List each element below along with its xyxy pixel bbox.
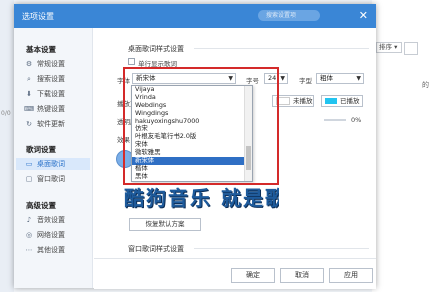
unplayed-color-label: 未播放 <box>293 97 313 105</box>
sidebar-item-desktop-lyrics[interactable]: ▭ 桌面歌词 <box>16 158 90 170</box>
sidebar-item-label: 下载设置 <box>37 90 65 98</box>
sidebar-item-hotkeys[interactable]: ⌨ 热键设置 <box>24 103 88 115</box>
sidebar-item-window-lyrics[interactable]: ▢ 窗口歌词 <box>24 173 88 185</box>
apply-button-label: 应用 <box>344 271 358 279</box>
sidebar-item-label: 网络设置 <box>37 231 65 239</box>
options-dialog: 选项设置 搜索设置项 ✕ 基本设置 ⚙ 常规设置 ⌕ 搜索设置 ⬇ 下载设置 ⌨ 热键设… <box>14 4 376 289</box>
sort-button-label: 排序 <box>379 43 392 51</box>
single-line-checkbox[interactable] <box>128 58 135 65</box>
sidebar-item-search[interactable]: ⌕ 搜索设置 <box>24 73 88 85</box>
lyrics-preview-text: 酷狗音乐 就是歌多 <box>124 186 279 210</box>
equalizer-icon: ♪ <box>26 216 32 224</box>
lyrics-settings-heading: 歌词设置 <box>26 145 56 154</box>
dialog-footer: 确定 取消 应用 <box>94 258 376 289</box>
apply-button[interactable]: 应用 <box>329 268 373 283</box>
ok-button[interactable]: 确定 <box>231 268 275 283</box>
ok-button-label: 确定 <box>246 271 260 279</box>
refresh-icon: ↻ <box>26 120 32 128</box>
chevron-down-icon: ▼ <box>356 75 361 82</box>
background-right-panel: 排序 ▾ 的 <box>372 0 432 292</box>
section-title-desktop-lyrics: 桌面歌词样式设置 <box>128 45 184 53</box>
sidebar-item-label: 窗口歌词 <box>37 175 65 183</box>
sidebar-item-general[interactable]: ⚙ 常规设置 <box>24 58 88 70</box>
restore-default-button[interactable]: 恢复默认方案 <box>129 218 201 231</box>
search-icon: ⌕ <box>27 75 31 83</box>
sidebar-item-label: 搜索设置 <box>37 75 65 83</box>
played-color-button[interactable]: 已播放 <box>321 95 363 107</box>
sidebar-item-label: 常规设置 <box>37 60 65 68</box>
settings-search-input[interactable]: 搜索设置项 <box>258 10 320 21</box>
sidebar-item-update[interactable]: ↻ 软件更新 <box>24 118 88 130</box>
right-side-text: 的 <box>422 81 429 89</box>
keyboard-icon: ⌨ <box>24 105 35 113</box>
grid-view-button[interactable] <box>404 42 418 55</box>
window-icon: ▢ <box>25 175 33 183</box>
settings-sidebar: 基本设置 ⚙ 常规设置 ⌕ 搜索设置 ⬇ 下载设置 ⌨ 热键设置 ↻ 软件更新 歌词设置 … <box>14 28 93 288</box>
sidebar-item-label: 音效设置 <box>37 216 65 224</box>
sidebar-item-label: 热键设置 <box>37 105 65 113</box>
download-icon: ⬇ <box>26 90 32 98</box>
weight-label: 字型 <box>299 77 312 85</box>
sidebar-item-network[interactable]: ◎ 网络设置 <box>24 229 88 241</box>
sidebar-item-download[interactable]: ⬇ 下载设置 <box>24 88 88 100</box>
played-color-label: 已播放 <box>340 97 360 105</box>
sort-button[interactable]: 排序 ▾ <box>376 42 402 53</box>
cancel-button-label: 取消 <box>295 271 309 279</box>
transparency-value: 0% <box>351 116 362 124</box>
chevron-down-icon: ▼ <box>280 75 285 82</box>
cancel-button[interactable]: 取消 <box>280 268 324 283</box>
globe-icon: ◎ <box>25 231 33 239</box>
sidebar-item-label: 软件更新 <box>37 120 65 128</box>
weight-select-value: 粗体 <box>320 74 333 82</box>
restore-default-label: 恢复默认方案 <box>145 220 185 228</box>
sidebar-item-label: 其他设置 <box>37 246 65 254</box>
sidebar-item-other[interactable]: ⋯ 其他设置 <box>24 244 88 256</box>
search-placeholder: 搜索设置项 <box>266 12 297 19</box>
played-color-swatch <box>325 98 337 104</box>
background-left-indicator: 0/0 <box>1 110 11 117</box>
advanced-settings-heading: 高级设置 <box>26 201 56 210</box>
section-title-window-lyrics: 窗口歌词样式设置 <box>128 245 184 253</box>
close-icon[interactable]: ✕ <box>359 9 368 22</box>
sidebar-item-audio-effects[interactable]: ♪ 音效设置 <box>24 214 88 226</box>
section-divider <box>194 248 369 249</box>
dialog-titlebar: 选项设置 搜索设置项 ✕ <box>14 4 376 28</box>
gear-icon: ⚙ <box>25 60 33 68</box>
background-left-strip <box>0 0 14 292</box>
dialog-title: 选项设置 <box>22 12 54 21</box>
basic-settings-heading: 基本设置 <box>26 45 56 54</box>
highlight-box <box>123 67 279 185</box>
section-divider <box>194 48 369 49</box>
weight-select[interactable]: 粗体 ▼ <box>316 73 364 84</box>
sidebar-item-label: 桌面歌词 <box>37 160 65 168</box>
desktop-icon: ▭ <box>25 160 33 168</box>
more-icon: ⋯ <box>25 246 33 254</box>
transparency-slider[interactable] <box>324 119 346 121</box>
